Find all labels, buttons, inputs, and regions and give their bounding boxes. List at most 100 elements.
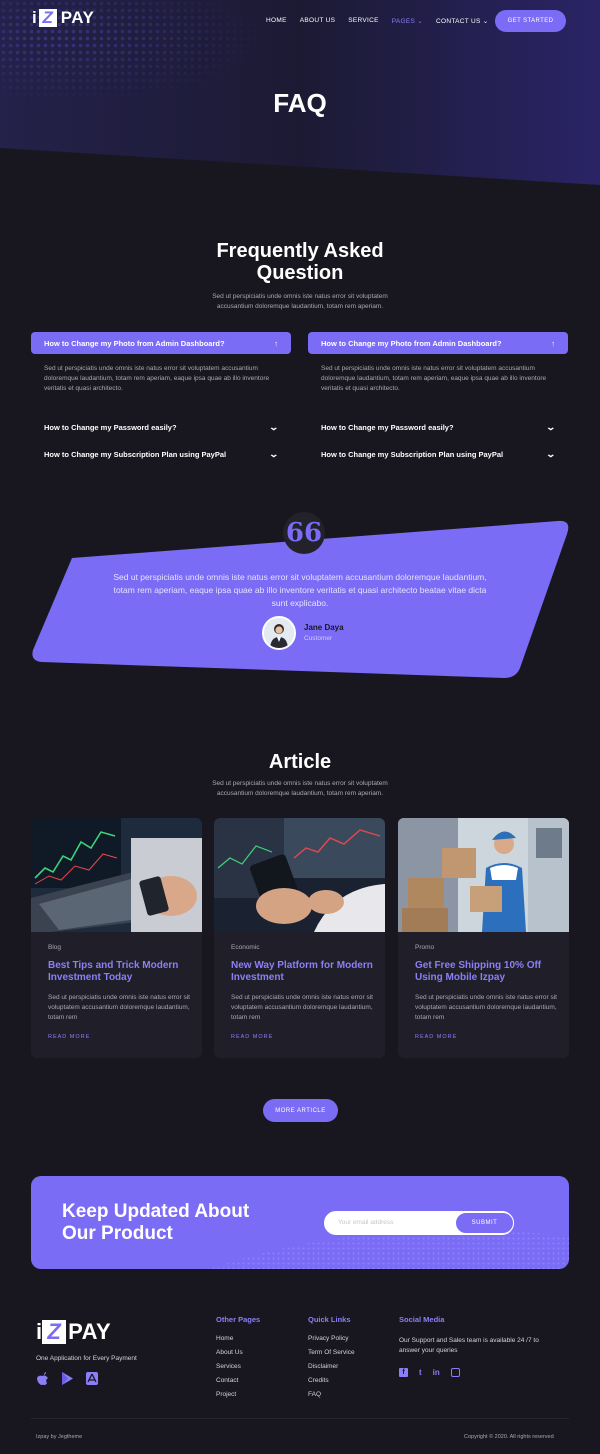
article-title: Article <box>268 751 332 773</box>
faq-column-right: How to Change my Photo from Admin Dashbo… <box>308 332 568 468</box>
instagram-icon[interactable]: ig <box>450 1368 460 1377</box>
brand-logo[interactable]: i Z PAY <box>32 8 94 28</box>
footer-link-services[interactable]: Services <box>216 1360 260 1374</box>
article-excerpt: Sed ut perspiciatis unde omnis iste natu… <box>415 994 557 1021</box>
footer-link-credits[interactable]: Credits <box>308 1374 355 1388</box>
nav-pages[interactable]: PAGES ⌄ <box>392 17 423 25</box>
article-image-delivery <box>398 818 569 932</box>
faq-title-line1: Frequently Asked <box>216 240 384 262</box>
nav-about-us[interactable]: ABOUT US <box>300 17 336 25</box>
footer-link-privacy[interactable]: Privacy Policy <box>308 1332 355 1346</box>
footer-link-faq[interactable]: FAQ <box>308 1388 355 1402</box>
quote-icon: 66 <box>283 512 325 554</box>
footer-quick-links: Quick Links Privacy Policy Term Of Servi… <box>308 1315 355 1402</box>
faq-subtitle-line1: Sed ut perspiciatis unde omnis iste natu… <box>212 293 388 300</box>
get-started-button[interactable]: GET STARTED <box>495 10 566 32</box>
article-title-link[interactable]: Get Free Shipping 10% Off Using Mobile I… <box>415 960 565 983</box>
faq-item[interactable]: How to Change my Password easily? ⌄ <box>308 414 568 441</box>
article-title-link[interactable]: Best Tips and Trick Modern Investment To… <box>48 960 198 983</box>
faq-subtitle: Sed ut perspiciatis unde omnis iste natu… <box>0 292 600 312</box>
faq-item[interactable]: How to Change my Subscription Plan using… <box>308 441 568 468</box>
person-avatar-image <box>264 618 294 648</box>
article-title-link[interactable]: New Way Platform for Modern Investment <box>231 960 381 983</box>
logo-prefix: i <box>32 8 37 27</box>
logo-mark: Z <box>38 8 57 27</box>
footer-col-title: Quick Links <box>308 1315 351 1324</box>
article-excerpt: Sed ut perspiciatis unde omnis iste natu… <box>231 994 373 1021</box>
article-card[interactable]: Blog Best Tips and Trick Modern Investme… <box>31 818 202 1058</box>
nav-pages-label: PAGES <box>391 18 416 25</box>
footer-col-title: Social Media <box>399 1315 445 1324</box>
footer-link-contact[interactable]: Contact <box>216 1374 260 1388</box>
submit-button[interactable]: SUBMIT <box>455 1212 514 1234</box>
chevron-down-icon: ⌄ <box>417 18 424 25</box>
twitter-icon[interactable]: t <box>419 1368 422 1377</box>
article-card[interactable]: Promo Get Free Shipping 10% Off Using Mo… <box>398 818 569 1058</box>
arrow-up-icon: ↑ <box>274 338 278 348</box>
read-more-link[interactable]: READ MORE <box>231 1034 273 1040</box>
footer-link-home[interactable]: Home <box>216 1332 260 1346</box>
footer-link-about[interactable]: About Us <box>216 1346 260 1360</box>
facebook-icon[interactable]: f <box>399 1368 408 1377</box>
footer-link-terms[interactable]: Term Of Service <box>308 1346 355 1360</box>
app-store-icon[interactable] <box>86 1372 98 1385</box>
logo-mark: Z <box>42 1319 67 1344</box>
faq-question: How to Change my Password easily? <box>321 423 454 432</box>
nav-contact-label: CONTACT US <box>436 18 481 25</box>
apple-icon[interactable] <box>36 1372 48 1385</box>
read-more-link[interactable]: READ MORE <box>415 1034 457 1040</box>
nav-service[interactable]: SERVICE <box>348 17 379 25</box>
chevron-down-icon: ⌄ <box>545 449 557 459</box>
main-nav: HOME ABOUT US SERVICE PAGES ⌄ CONTACT US… <box>266 17 502 25</box>
faq-question: How to Change my Photo from Admin Dashbo… <box>321 338 502 348</box>
article-card[interactable]: Economic New Way Platform for Modern Inv… <box>214 818 385 1058</box>
read-more-link[interactable]: READ MORE <box>48 1034 90 1040</box>
testimonial-name: Jane Daya <box>304 623 344 632</box>
faq-item[interactable]: How to Change my Subscription Plan using… <box>31 441 291 468</box>
faq-question: How to Change my Password easily? <box>44 423 177 432</box>
newsletter-title-line1: Keep Updated About <box>62 1201 250 1222</box>
article-subtitle-line2: accusantium doloremque laudantium, totam… <box>216 790 384 797</box>
newsletter-title: Keep Updated About Our Product <box>62 1201 322 1245</box>
footer-link-list: Home About Us Services Contact Project <box>216 1332 260 1402</box>
faq-question: How to Change my Subscription Plan using… <box>321 450 504 459</box>
testimonial-text: Sed ut perspiciatis unde omnis iste natu… <box>113 572 487 608</box>
faq-item-open[interactable]: How to Change my Photo from Admin Dashbo… <box>31 332 291 354</box>
social-icons: f t in ig <box>399 1368 539 1377</box>
chevron-down-icon: ⌄ <box>482 18 489 25</box>
newsletter-form: Your email address SUBMIT <box>324 1211 514 1235</box>
logo-name: PAY <box>68 1319 112 1344</box>
page-title: FAQ <box>273 88 327 118</box>
footer-logo[interactable]: i Z PAY <box>36 1319 111 1345</box>
play-store-icon[interactable] <box>61 1372 73 1385</box>
nav-home[interactable]: HOME <box>266 17 287 25</box>
nav-contact-us[interactable]: CONTACT US ⌄ <box>436 17 489 25</box>
footer-app-icons <box>36 1372 98 1385</box>
logo-name: PAY <box>60 8 95 27</box>
more-article-button[interactable]: MORE ARTICLE <box>263 1099 338 1122</box>
footer-other-pages: Other Pages Home About Us Services Conta… <box>216 1315 260 1402</box>
faq-item-open[interactable]: How to Change my Photo from Admin Dashbo… <box>308 332 568 354</box>
chevron-down-icon: ⌄ <box>268 422 280 432</box>
article-subtitle: Sed ut perspiciatis unde omnis iste natu… <box>0 779 600 799</box>
footer-social: Social Media Our Support and Sales team … <box>399 1315 539 1377</box>
faq-item[interactable]: How to Change my Password easily? ⌄ <box>31 414 291 441</box>
chevron-down-icon: ⌄ <box>268 449 280 459</box>
faq-title: Frequently Asked Question <box>0 240 600 284</box>
chevron-down-icon: ⌄ <box>545 422 557 432</box>
avatar <box>262 616 296 650</box>
footer-copyright: Copyright © 2020. All rights reserved <box>464 1434 554 1440</box>
article-image-mobile-trading <box>214 818 385 932</box>
faq-question: How to Change my Subscription Plan using… <box>44 450 227 459</box>
faq-question: How to Change my Photo from Admin Dashbo… <box>44 338 225 348</box>
email-input[interactable]: Your email address <box>338 1212 393 1234</box>
faq-answer: Sed ut perspiciatis unde omnis iste natu… <box>44 365 270 392</box>
faq-answer: Sed ut perspiciatis unde omnis iste natu… <box>321 365 547 392</box>
footer-link-disclaimer[interactable]: Disclaimer <box>308 1360 355 1374</box>
linkedin-icon[interactable]: in <box>433 1368 440 1377</box>
footer-social-desc: Our Support and Sales team is available … <box>399 1337 539 1354</box>
article-category: Promo <box>415 944 435 951</box>
newsletter-banner: Keep Updated About Our Product Your emai… <box>31 1176 569 1269</box>
article-excerpt: Sed ut perspiciatis unde omnis iste natu… <box>48 994 190 1021</box>
footer-link-project[interactable]: Project <box>216 1388 260 1402</box>
